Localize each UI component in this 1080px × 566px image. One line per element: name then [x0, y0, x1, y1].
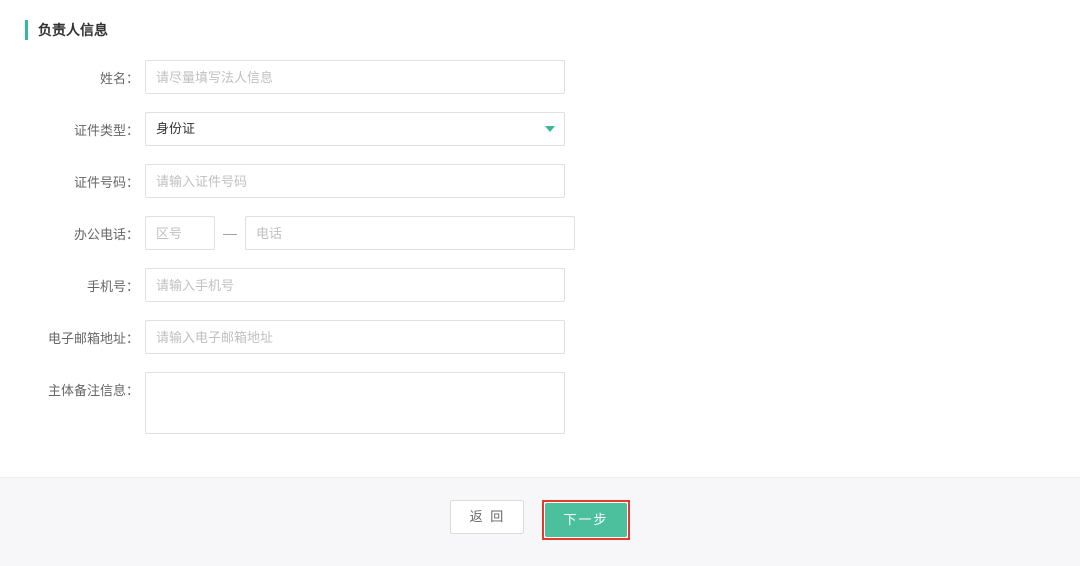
id-type-value: 身份证 — [145, 112, 565, 146]
row-name: 姓名： — [0, 60, 1080, 94]
name-input[interactable] — [145, 60, 565, 94]
next-button[interactable]: 下一步 — [545, 503, 626, 537]
phone-input[interactable] — [245, 216, 575, 250]
phone-separator: — — [223, 225, 237, 241]
area-code-input[interactable] — [145, 216, 215, 250]
section-title: 负责人信息 — [38, 22, 108, 38]
label-remark: 主体备注信息： — [0, 372, 145, 399]
label-name: 姓名： — [0, 60, 145, 87]
row-id-type: 证件类型： 身份证 — [0, 112, 1080, 146]
id-number-input[interactable] — [145, 164, 565, 198]
mobile-input[interactable] — [145, 268, 565, 302]
label-email: 电子邮箱地址： — [0, 320, 145, 347]
label-id-type: 证件类型： — [0, 112, 145, 139]
row-office-phone: 办公电话： — — [0, 216, 1080, 250]
back-button[interactable]: 返 回 — [450, 500, 524, 534]
remark-textarea[interactable] — [145, 372, 565, 434]
email-input[interactable] — [145, 320, 565, 354]
id-type-select[interactable]: 身份证 — [145, 112, 565, 146]
label-mobile: 手机号： — [0, 268, 145, 295]
footer-bar: 返 回 下一步 — [0, 477, 1080, 566]
row-remark: 主体备注信息： — [0, 372, 1080, 434]
section-header: 负责人信息 — [25, 20, 1080, 40]
row-email: 电子邮箱地址： — [0, 320, 1080, 354]
label-office-phone: 办公电话： — [0, 216, 145, 243]
label-id-number: 证件号码： — [0, 164, 145, 191]
next-button-highlight: 下一步 — [542, 500, 629, 540]
row-mobile: 手机号： — [0, 268, 1080, 302]
row-id-number: 证件号码： — [0, 164, 1080, 198]
